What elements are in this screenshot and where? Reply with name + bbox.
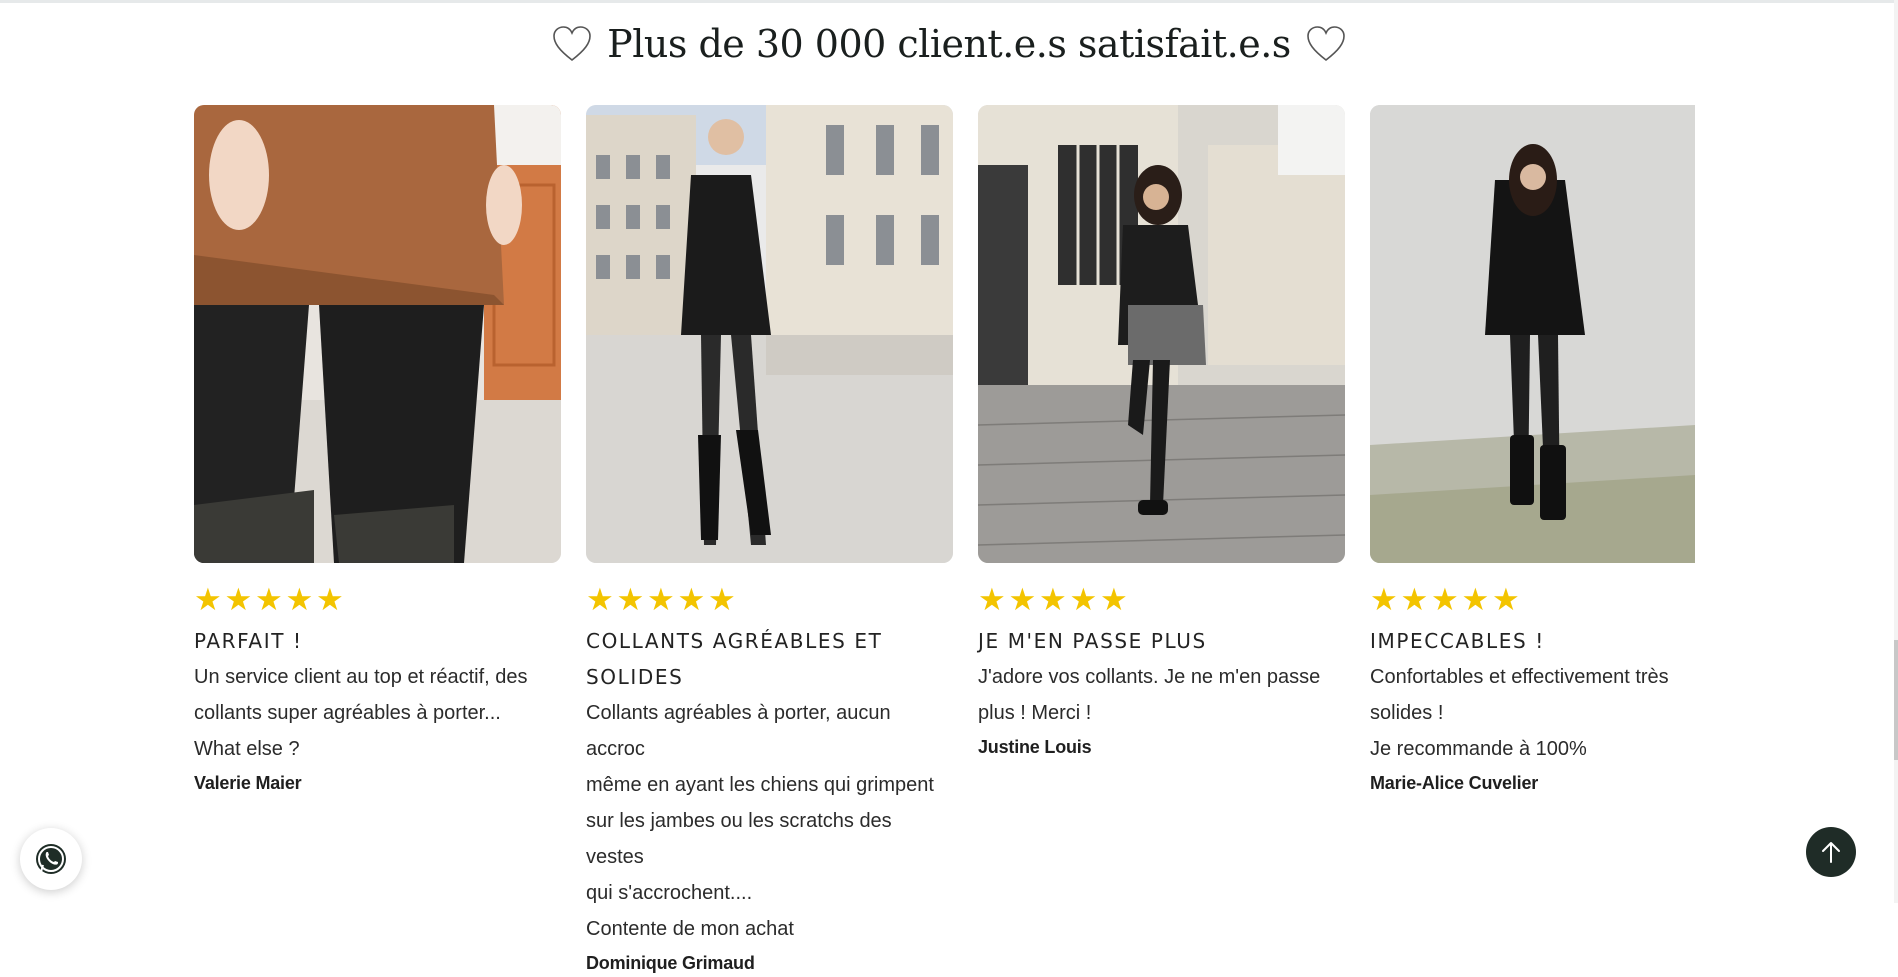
whatsapp-icon [36, 844, 66, 874]
review-line: Collants agréables à porter, aucun accro… [586, 702, 891, 760]
review-author: Dominique Grimaud [586, 953, 755, 973]
review-author: Justine Louis [978, 737, 1092, 757]
star-icon: ★ [285, 582, 314, 618]
star-icon: ★ [1431, 582, 1459, 618]
star-icon: ★ [1461, 582, 1490, 618]
scrollbar-track[interactable] [1894, 0, 1898, 903]
review-card[interactable]: ★ ★ ★ ★ ★ COLLANTS AGRÉABLES ET SOLIDES Coll… [586, 105, 953, 977]
arrow-up-icon [1822, 842, 1840, 863]
review-title: COLLANTS AGRÉABLES ET SOLIDES [586, 623, 953, 695]
review-line: même en ayant les chiens qui grimpent [586, 774, 934, 796]
review-line: solides ! [1370, 702, 1444, 724]
star-icon: ★ [1370, 582, 1398, 618]
review-card[interactable]: ★ ★ ★ ★ ★ JE M'EN PASSE PLUS J'adore vos col… [978, 105, 1345, 761]
review-line: Confortables et effectivement très [1370, 666, 1669, 688]
review-line: J'adore vos collants. Je ne m'en passe [978, 666, 1321, 688]
star-icon: ★ [708, 582, 736, 618]
review-photo [978, 105, 1345, 563]
star-icon: ★ [677, 582, 706, 618]
review-line: plus ! Merci ! [978, 702, 1092, 724]
review-card[interactable]: ★ ★ ★ ★ ★ IMPECCABLES ! Confortables et effe… [1370, 105, 1695, 797]
review-title: IMPECCABLES ! [1370, 629, 1545, 653]
star-icon: ★ [1008, 582, 1037, 618]
star-icon: ★ [1492, 582, 1520, 618]
star-icon: ★ [255, 582, 283, 618]
review-title-line: COLLANTS AGRÉABLES ET [586, 629, 883, 653]
review-title: JE M'EN PASSE PLUS [978, 629, 1207, 653]
scrollbar-thumb[interactable] [1894, 640, 1898, 760]
review-text: J'adore vos collants. Je ne m'en passe p… [978, 659, 1345, 731]
top-divider [0, 0, 1898, 3]
heart-outline-icon [1307, 26, 1345, 62]
star-icon: ★ [316, 582, 344, 618]
rating-stars: ★ ★ ★ ★ ★ [194, 582, 561, 618]
review-text: Confortables et effectivement très solid… [1370, 659, 1695, 767]
review-card[interactable]: ★ ★ ★ ★ ★ PARFAIT ! Un service client au top… [194, 105, 561, 797]
whatsapp-button[interactable] [20, 828, 82, 890]
review-line: What else ? [194, 738, 300, 760]
review-text: Collants agréables à porter, aucun accro… [586, 695, 953, 947]
star-icon: ★ [1100, 582, 1128, 618]
star-icon: ★ [1039, 582, 1067, 618]
review-photo [586, 105, 953, 563]
star-icon: ★ [1069, 582, 1098, 618]
review-line: Contente de mon achat [586, 918, 794, 940]
review-line: sur les jambes ou les scratchs des veste… [586, 810, 892, 868]
star-icon: ★ [586, 582, 614, 618]
star-icon: ★ [1400, 582, 1429, 618]
review-title-line: SOLIDES [586, 665, 684, 689]
review-line: Un service client au top et réactif, des [194, 666, 528, 688]
star-icon: ★ [194, 582, 222, 618]
section-title: Plus de 30 000 client.e.s satisfait.e.s [607, 22, 1291, 66]
star-icon: ★ [616, 582, 645, 618]
rating-stars: ★ ★ ★ ★ ★ [978, 582, 1345, 618]
review-author: Valerie Maier [194, 773, 302, 793]
review-line: qui s'accrochent.... [586, 882, 753, 904]
back-to-top-button[interactable] [1806, 827, 1856, 877]
review-title: PARFAIT ! [194, 629, 303, 653]
review-text: Un service client au top et réactif, des… [194, 659, 561, 767]
review-line: collants super agréables à porter... [194, 702, 501, 724]
review-photo [194, 105, 561, 563]
heart-outline-icon [553, 26, 591, 62]
section-heading: Plus de 30 000 client.e.s satisfait.e.s [0, 14, 1898, 74]
star-icon: ★ [647, 582, 675, 618]
rating-stars: ★ ★ ★ ★ ★ [1370, 582, 1695, 618]
review-photo [1370, 105, 1695, 563]
review-author: Marie-Alice Cuvelier [1370, 773, 1539, 793]
star-icon: ★ [224, 582, 253, 618]
star-icon: ★ [978, 582, 1006, 618]
review-line: Je recommande à 100% [1370, 738, 1587, 760]
rating-stars: ★ ★ ★ ★ ★ [586, 582, 953, 618]
